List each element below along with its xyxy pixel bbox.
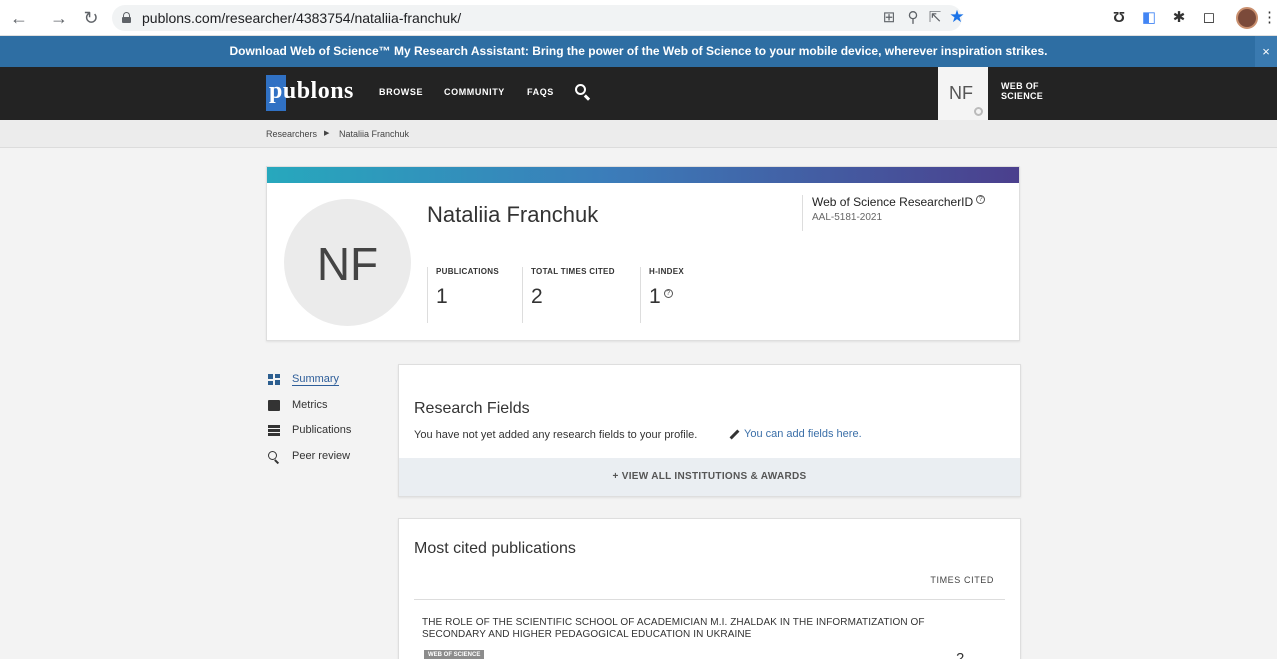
translate-icon[interactable]: ⊞ [880, 9, 898, 27]
share-icon[interactable]: ⇱ [926, 9, 944, 27]
research-fields-card: Research Fields You have not yet added a… [398, 364, 1021, 497]
web-of-science-link[interactable]: WEB OF SCIENCE [1001, 81, 1043, 101]
back-icon[interactable]: ← [8, 8, 30, 28]
metric-total-times-cited: TOTAL TIMES CITED 2 [522, 267, 615, 323]
publications-icon [268, 425, 280, 436]
sidepanel-icon[interactable]: ◻ [1200, 9, 1218, 27]
peer-review-icon [268, 451, 280, 464]
avatar: NF [284, 199, 411, 326]
user-initials: NF [949, 83, 973, 103]
metrics-icon [268, 400, 280, 411]
publication-title[interactable]: THE ROLE OF THE SCIENTIFIC SCHOOL OF ACA… [422, 617, 942, 641]
puzzle-icon[interactable]: ✱ [1170, 9, 1188, 27]
nav-browse[interactable]: BROWSE [379, 87, 423, 97]
star-icon[interactable]: ★ [948, 8, 966, 26]
research-fields-text: You have not yet added any research fiel… [414, 429, 698, 441]
nav-community[interactable]: COMMUNITY [444, 87, 505, 97]
add-fields-link[interactable]: You can add fields here. [729, 428, 862, 440]
address-bar[interactable]: publons.com/researcher/4383754/nataliia-… [112, 5, 965, 31]
view-all-institutions-button[interactable]: + VIEW ALL INSTITUTIONS & AWARDS [399, 458, 1020, 496]
lock-icon [122, 12, 131, 23]
breadcrumb-current: Nataliia Franchuk [339, 129, 410, 139]
times-cited-count: 2 [956, 650, 965, 659]
browser-toolbar: ← → ↻ publons.com/researcher/4383754/nat… [0, 0, 1277, 36]
profile-avatar[interactable] [1236, 7, 1258, 29]
zoom-icon[interactable]: ⚲ [904, 9, 922, 27]
profile-gradient-bar [267, 167, 1019, 183]
researcher-id-help-icon[interactable]: ? [976, 195, 986, 204]
times-cited-header: TIMES CITED [930, 575, 994, 585]
research-fields-heading: Research Fields [414, 400, 530, 417]
breadcrumb-researchers[interactable]: Researchers [266, 129, 317, 139]
wos-badge: WEB OF SCIENCE [424, 650, 485, 659]
translate-ext-icon[interactable]: ◧ [1140, 9, 1158, 27]
nav-faqs[interactable]: FAQS [527, 87, 554, 97]
h-index-help-icon[interactable]: ? [663, 289, 673, 298]
banner-close-button[interactable]: × [1255, 36, 1277, 67]
summary-icon [268, 374, 280, 385]
metric-publications: PUBLICATIONS 1 [427, 267, 499, 323]
extension-icon[interactable]: Ʊ [1110, 9, 1128, 27]
promo-banner[interactable]: Download Web of Science™ My Research Ass… [0, 36, 1277, 67]
most-cited-heading: Most cited publications [414, 540, 576, 557]
researcher-id: Web of Science ResearcherID? AAL-5181-20… [802, 195, 986, 231]
metric-h-index: H-INDEX 1? [640, 267, 684, 323]
breadcrumb: Researchers ▶ Nataliia Franchuk [0, 120, 1277, 148]
profile-card: NF Nataliia Franchuk PUBLICATIONS 1 TOTA… [266, 166, 1020, 341]
reload-icon[interactable]: ↻ [80, 8, 102, 28]
search-icon[interactable] [575, 84, 591, 101]
user-menu[interactable]: NF [938, 67, 988, 120]
top-navigation: publons BROWSE COMMUNITY FAQS [0, 67, 1277, 120]
url-text: publons.com/researcher/4383754/nataliia-… [142, 10, 462, 26]
most-cited-card: Most cited publications TIMES CITED THE … [398, 518, 1021, 659]
researcher-name: Nataliia Franchuk [427, 202, 599, 227]
more-icon[interactable]: ⋮ [1262, 9, 1277, 27]
gear-icon [974, 107, 983, 116]
breadcrumb-arrow-icon: ▶ [324, 130, 330, 137]
pencil-icon [729, 429, 740, 440]
divider [414, 599, 1005, 600]
forward-icon[interactable]: → [48, 8, 70, 28]
